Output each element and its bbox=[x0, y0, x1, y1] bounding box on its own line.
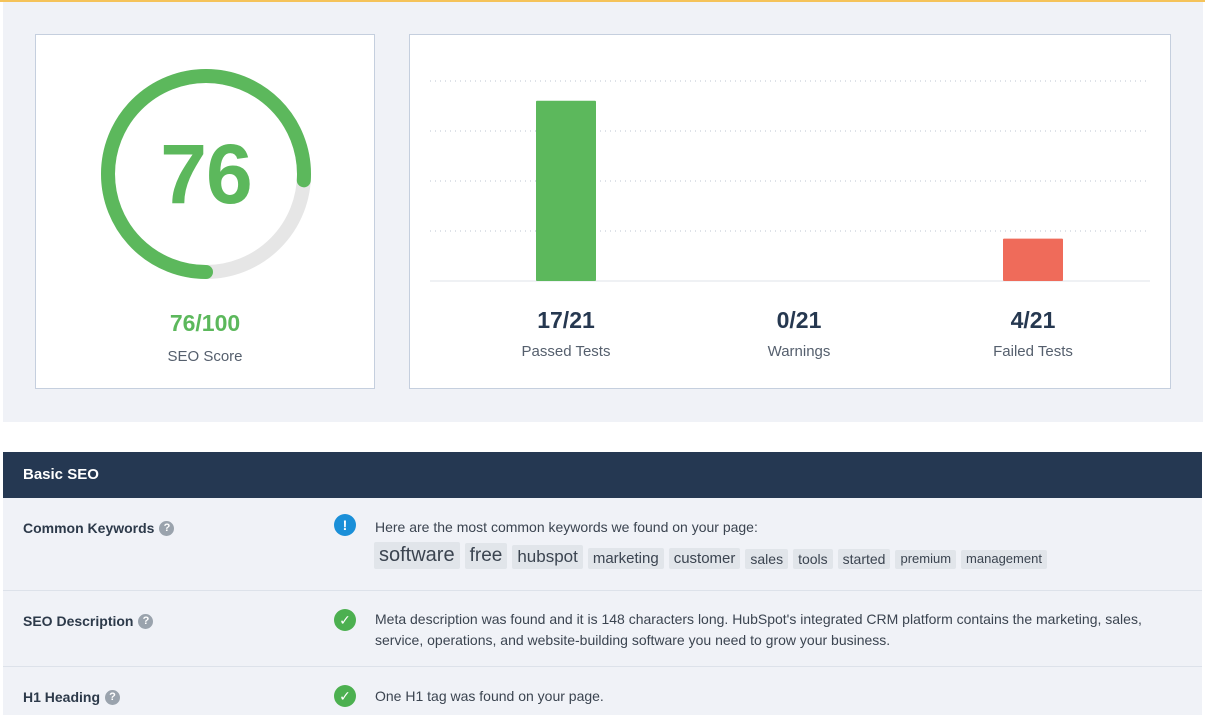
chart-bar-passed-tests bbox=[536, 100, 596, 281]
keyword-tag: premium bbox=[895, 550, 957, 569]
warnings-value: 0/21 bbox=[776, 307, 822, 333]
keyword-tag: marketing bbox=[587, 547, 664, 569]
row-label-h1-heading: H1 Heading ? bbox=[23, 689, 121, 705]
score-caption: SEO Score bbox=[167, 348, 243, 365]
keyword-tag: customer bbox=[668, 547, 741, 569]
keyword-tag: software bbox=[374, 542, 460, 569]
failed-tests-stat: 4/21 Failed Tests bbox=[933, 307, 1133, 360]
row-label-text: SEO Description bbox=[23, 613, 134, 629]
row-label-text: H1 Heading bbox=[23, 689, 101, 705]
seo-description-text: Meta description was found and it is 148… bbox=[375, 611, 1142, 648]
keyword-tag: hubspot bbox=[512, 545, 583, 569]
chart-bar-failed-tests bbox=[1003, 238, 1063, 281]
seo-score-card: 76 76/100 SEO Score bbox=[35, 34, 375, 389]
score-number: 76 bbox=[160, 126, 252, 221]
passed-tests-label: Passed Tests bbox=[521, 343, 611, 360]
passed-tests-value: 17/21 bbox=[537, 307, 595, 333]
test-results-chart bbox=[430, 80, 1150, 282]
row-common-keywords: Common Keywords ? ! Here are the most co… bbox=[3, 498, 1202, 591]
score-gauge: 76 bbox=[101, 69, 311, 279]
passed-tests-stat: 17/21 Passed Tests bbox=[466, 307, 666, 360]
row-label-text: Common Keywords bbox=[23, 520, 155, 536]
warnings-stat: 0/21 Warnings bbox=[699, 307, 899, 360]
section-header-basic-seo[interactable]: Basic SEO bbox=[3, 452, 1202, 498]
row-label-seo-description: SEO Description ? bbox=[23, 613, 154, 629]
keyword-tag-list: software free hubspot marketing customer sale… bbox=[374, 542, 1052, 569]
help-icon[interactable]: ? bbox=[159, 520, 175, 536]
help-icon[interactable]: ? bbox=[138, 613, 154, 629]
info-icon: ! bbox=[334, 514, 356, 536]
check-icon: ✓ bbox=[334, 609, 356, 631]
check-icon: ✓ bbox=[334, 685, 356, 707]
score-fraction: 76/100 bbox=[169, 310, 241, 336]
keyword-tag: sales bbox=[745, 548, 789, 569]
failed-tests-label: Failed Tests bbox=[993, 343, 1073, 360]
keyword-tag: management bbox=[961, 550, 1047, 569]
keyword-tag: tools bbox=[793, 548, 833, 569]
test-results-card: 17/21 Passed Tests 0/21 Warnings 4/21 Fa… bbox=[409, 34, 1171, 389]
row-h1-heading: H1 Heading ? ✓ One H1 tag was found on y… bbox=[3, 667, 1202, 715]
row-seo-description: SEO Description ? ✓ Meta description was… bbox=[3, 591, 1202, 667]
keyword-tag: started bbox=[837, 548, 891, 569]
keywords-intro-text: Here are the most common keywords we fou… bbox=[375, 519, 758, 535]
help-icon[interactable]: ? bbox=[105, 689, 121, 705]
keyword-tag: free bbox=[464, 543, 508, 569]
warnings-label: Warnings bbox=[767, 343, 831, 360]
failed-tests-value: 4/21 bbox=[1010, 307, 1056, 333]
h1-heading-text: One H1 tag was found on your page. bbox=[375, 688, 604, 704]
row-label-common-keywords: Common Keywords ? bbox=[23, 520, 175, 536]
